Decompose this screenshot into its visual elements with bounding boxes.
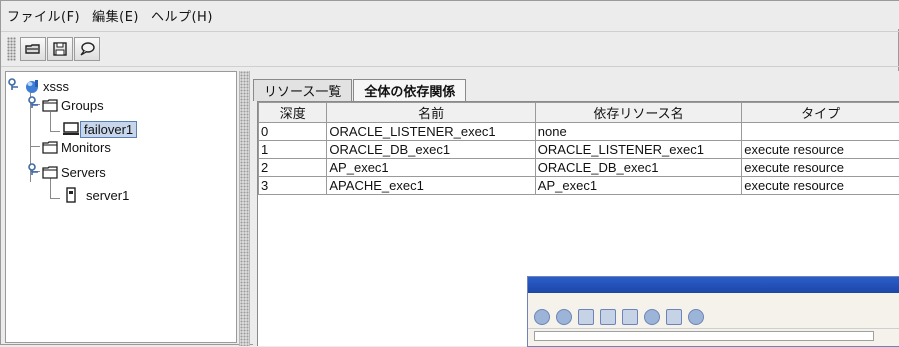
dependency-table: 深度 名前 依存リソース名 タイプ 0 ORACLE_LISTENER_exec… xyxy=(258,102,899,195)
tree-node-root[interactable]: xsss xyxy=(24,77,72,95)
thumb-addressbar xyxy=(528,328,899,342)
column-header-name[interactable]: 名前 xyxy=(327,103,535,123)
stop-icon xyxy=(578,309,594,325)
tree-label: failover1 xyxy=(80,121,137,138)
thumb-url-field xyxy=(534,331,874,341)
tree-label: xsss xyxy=(40,79,72,94)
cell-type: execute resource xyxy=(742,177,899,195)
cell-name: ORACLE_LISTENER_exec1 xyxy=(327,123,535,141)
cell-name: APACHE_exec1 xyxy=(327,177,535,195)
expand-handle-icon[interactable] xyxy=(8,78,20,92)
home-icon xyxy=(622,309,638,325)
favorites-icon xyxy=(666,309,682,325)
table-row[interactable]: 1 ORACLE_DB_exec1 ORACLE_LISTENER_exec1 … xyxy=(259,141,899,159)
tree-node-failover[interactable]: failover1 xyxy=(62,120,137,138)
tree-label: server1 xyxy=(78,188,132,203)
cell-dependency: ORACLE_DB_exec1 xyxy=(535,159,741,177)
toolbar-grip[interactable] xyxy=(7,37,16,61)
cluster-tree: xsss Groups failover1 xyxy=(5,71,237,343)
tree-label: Monitors xyxy=(58,140,114,155)
tab-content: 深度 名前 依存リソース名 タイプ 0 ORACLE_LISTENER_exec… xyxy=(257,101,899,346)
thumb-toolbar xyxy=(528,306,899,328)
menu-edit[interactable]: 編集(E) xyxy=(92,6,139,25)
folder-icon xyxy=(42,140,58,154)
menu-bar: ファイル(F) 編集(E) ヘルプ(H) xyxy=(1,1,899,29)
tab-dependencies[interactable]: 全体の依存関係 xyxy=(353,79,466,101)
menu-file[interactable]: ファイル(F) xyxy=(7,6,80,25)
column-header-type[interactable]: タイプ xyxy=(742,103,899,123)
save-button[interactable] xyxy=(47,37,73,61)
expand-handle-icon[interactable] xyxy=(28,96,40,110)
tree-connector xyxy=(50,178,51,198)
cell-depth: 0 xyxy=(259,123,327,141)
thumb-titlebar xyxy=(528,277,899,293)
column-header-dependency[interactable]: 依存リソース名 xyxy=(535,103,741,123)
cluster-icon xyxy=(24,78,40,94)
table-row[interactable]: 0 ORACLE_LISTENER_exec1 none xyxy=(259,123,899,141)
tree-connector xyxy=(50,198,60,199)
folder-icon xyxy=(24,41,42,57)
failover-group-icon xyxy=(62,121,80,137)
thumb-menubar xyxy=(528,293,899,306)
forward-icon xyxy=(556,309,572,325)
cell-name: AP_exec1 xyxy=(327,159,535,177)
cell-type xyxy=(742,123,899,141)
refresh-icon xyxy=(600,309,616,325)
cell-dependency: AP_exec1 xyxy=(535,177,741,195)
tree-connector xyxy=(50,131,60,132)
folder-icon xyxy=(42,165,58,179)
tree-node-server[interactable]: server1 xyxy=(64,186,132,204)
save-icon xyxy=(51,41,69,57)
cell-type: execute resource xyxy=(742,141,899,159)
expand-handle-icon[interactable] xyxy=(28,163,40,177)
comment-button[interactable] xyxy=(74,37,100,61)
menu-help[interactable]: ヘルプ(H) xyxy=(151,6,213,25)
table-row[interactable]: 2 AP_exec1 ORACLE_DB_exec1 execute resou… xyxy=(259,159,899,177)
pane-splitter[interactable] xyxy=(239,71,250,346)
cell-dependency: ORACLE_LISTENER_exec1 xyxy=(535,141,741,159)
cell-depth: 3 xyxy=(259,177,327,195)
tree-connector xyxy=(30,146,40,147)
tree-label: Servers xyxy=(58,165,109,180)
table-row[interactable]: 3 APACHE_exec1 AP_exec1 execute resource xyxy=(259,177,899,195)
history-icon xyxy=(688,309,704,325)
table-header-row: 深度 名前 依存リソース名 タイプ xyxy=(259,103,899,123)
detail-pane: リソース一覧 全体の依存関係 深度 名前 依存リソース名 タイプ 0 ORACL… xyxy=(253,71,899,346)
folder-icon xyxy=(42,98,58,112)
tree-label: Groups xyxy=(58,98,107,113)
application-window: ファイル(F) 編集(E) ヘルプ(H) xyxy=(0,0,899,345)
toolbar xyxy=(1,31,899,67)
embedded-browser-screenshot xyxy=(527,276,899,347)
column-header-depth[interactable]: 深度 xyxy=(259,103,327,123)
tree-node-servers[interactable]: Servers xyxy=(42,163,109,181)
comment-icon xyxy=(78,41,96,57)
cell-type: execute resource xyxy=(742,159,899,177)
tab-resource-list[interactable]: リソース一覧 xyxy=(253,79,352,101)
back-icon xyxy=(534,309,550,325)
cell-depth: 1 xyxy=(259,141,327,159)
tab-bar: リソース一覧 全体の依存関係 xyxy=(253,79,467,101)
tree-connector xyxy=(50,112,51,131)
cell-depth: 2 xyxy=(259,159,327,177)
open-button[interactable] xyxy=(20,37,46,61)
server-icon xyxy=(64,187,78,203)
tree-node-monitors[interactable]: Monitors xyxy=(42,138,114,156)
cell-name: ORACLE_DB_exec1 xyxy=(327,141,535,159)
cell-dependency: none xyxy=(535,123,741,141)
tree-node-groups[interactable]: Groups xyxy=(42,96,107,114)
search-icon xyxy=(644,309,660,325)
